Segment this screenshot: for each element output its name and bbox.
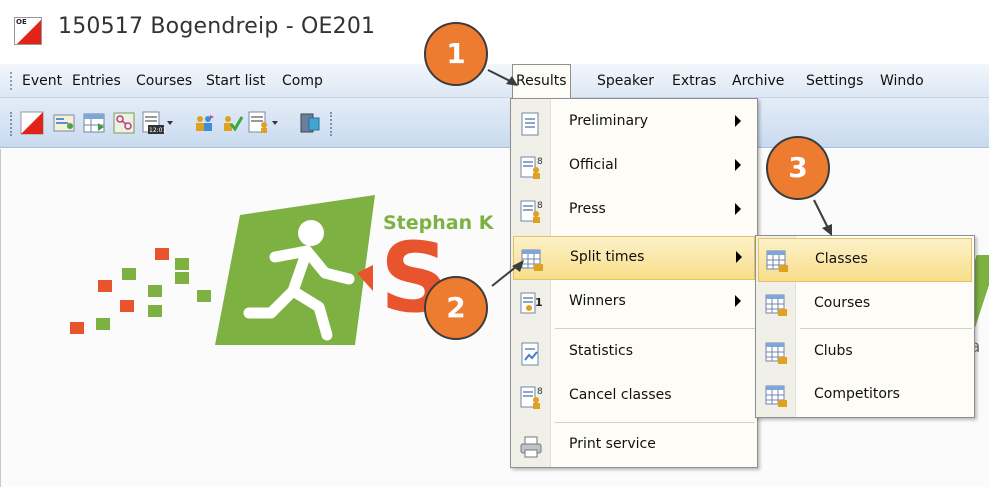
menu-item-split-times[interactable]: Split times — [513, 236, 755, 280]
menu-item-label: Press — [569, 201, 606, 217]
document-user-icon: 8 — [520, 386, 543, 409]
svg-text:12:01: 12:01 — [149, 127, 166, 134]
menu-item-print-service[interactable]: Print service — [513, 424, 755, 468]
check-results-icon[interactable] — [220, 111, 244, 135]
course-map-icon[interactable] — [112, 111, 136, 135]
menu-results[interactable]: Results — [512, 64, 571, 98]
menu-item-label: Preliminary — [569, 113, 649, 129]
event-logo-icon[interactable] — [20, 111, 44, 135]
logo-pixel — [175, 272, 189, 284]
competitors-icon[interactable] — [192, 111, 216, 135]
logo-pixel — [155, 248, 169, 260]
logo-pixel — [197, 290, 211, 302]
document-chart-icon — [521, 342, 539, 366]
menu-item-winners[interactable]: 1 Winners — [513, 281, 755, 325]
logo-pixel — [175, 258, 189, 270]
start-list-clock-icon[interactable]: 12:01 — [140, 111, 174, 135]
submenu-arrow-icon — [735, 295, 741, 307]
split-times-submenu: Classes Courses Clubs Competitors — [755, 235, 975, 418]
submenu-item-clubs[interactable]: Clubs — [758, 331, 972, 375]
document-icon — [521, 112, 539, 136]
results-dropdown: Preliminary 8 Official 8 Press Split tim… — [510, 98, 758, 468]
toolbar: 12:01 — [0, 98, 989, 148]
logo-pixel — [148, 285, 162, 297]
logo-pixel — [120, 300, 134, 312]
submenu-arrow-icon — [735, 159, 741, 171]
submenu-item-label: Classes — [815, 251, 868, 267]
submenu-arrow-icon — [736, 251, 742, 263]
export-icon[interactable] — [298, 111, 322, 135]
menu-separator — [555, 328, 755, 329]
document-one-icon: 1 — [520, 292, 543, 314]
submenu-item-courses[interactable]: Courses — [758, 283, 972, 327]
toolbar-grip-icon-2 — [330, 112, 332, 136]
table-import-icon[interactable] — [82, 111, 106, 135]
svg-text:8: 8 — [537, 201, 543, 211]
menu-event[interactable]: Event — [22, 64, 62, 98]
runner-logo-icon — [215, 195, 375, 345]
logo-pixel — [70, 322, 84, 334]
menu-bar: Event Entries Courses Start list Comp Re… — [0, 64, 989, 98]
menu-separator — [555, 422, 755, 423]
menu-item-press[interactable]: 8 Press — [513, 189, 755, 233]
submenu-item-competitors[interactable]: Competitors — [758, 374, 972, 418]
submenu-arrow-icon — [735, 115, 741, 127]
table-icon — [765, 385, 787, 407]
logo-pixel — [122, 268, 136, 280]
menu-settings[interactable]: Settings — [806, 64, 863, 98]
callout-step-3: 3 — [766, 136, 830, 200]
logo-pixel — [98, 280, 112, 292]
app-logo-icon: OE — [14, 17, 42, 45]
callout-step-1: 1 — [424, 22, 488, 86]
menu-item-cancel-classes[interactable]: 8 Cancel classes — [513, 375, 755, 419]
title-bar: OE 150517 Bogendreip - OE201 — [0, 0, 989, 58]
logo-pixel — [96, 318, 110, 330]
menu-extras[interactable]: Extras — [672, 64, 716, 98]
submenu-item-classes[interactable]: Classes — [758, 238, 972, 282]
entries-form-icon[interactable] — [52, 111, 76, 135]
menu-competitors[interactable]: Comp — [282, 64, 323, 98]
svg-text:8: 8 — [537, 157, 543, 167]
table-icon — [765, 342, 787, 364]
submenu-item-label: Competitors — [814, 386, 900, 402]
menu-speaker[interactable]: Speaker — [597, 64, 654, 98]
svg-text:8: 8 — [537, 387, 543, 397]
menu-item-label: Split times — [570, 249, 645, 265]
table-icon — [766, 250, 788, 272]
table-icon — [765, 294, 787, 316]
menu-item-preliminary[interactable]: Preliminary — [513, 101, 755, 145]
callout-step-2: 2 — [424, 276, 488, 340]
menu-item-label: Print service — [569, 436, 656, 452]
document-user-icon: 8 — [520, 200, 543, 223]
printer-icon — [520, 436, 542, 458]
menu-item-label: Cancel classes — [569, 387, 672, 403]
submenu-separator — [800, 328, 972, 329]
menubar-grip-icon — [10, 72, 12, 90]
menu-item-label: Official — [569, 157, 618, 173]
svg-text:1: 1 — [535, 296, 543, 309]
menu-archive[interactable]: Archive — [732, 64, 784, 98]
submenu-arrow-icon — [735, 203, 741, 215]
menu-start-list[interactable]: Start list — [206, 64, 265, 98]
toolbar-grip-icon — [10, 112, 12, 136]
menu-item-statistics[interactable]: Statistics — [513, 331, 755, 375]
submenu-item-label: Clubs — [814, 343, 853, 359]
document-user-icon: 8 — [520, 156, 543, 179]
logo-pixel — [148, 305, 162, 317]
menu-item-label: Winners — [569, 293, 626, 309]
menu-item-official[interactable]: 8 Official — [513, 145, 755, 189]
window-title: 150517 Bogendreip - OE201 — [58, 14, 376, 39]
menu-courses[interactable]: Courses — [136, 64, 192, 98]
results-document-icon[interactable] — [246, 111, 280, 135]
submenu-item-label: Courses — [814, 295, 871, 311]
table-icon — [521, 249, 543, 271]
menu-window[interactable]: Windo — [880, 64, 924, 98]
menu-entries[interactable]: Entries — [72, 64, 121, 98]
menu-item-label: Statistics — [569, 343, 633, 359]
